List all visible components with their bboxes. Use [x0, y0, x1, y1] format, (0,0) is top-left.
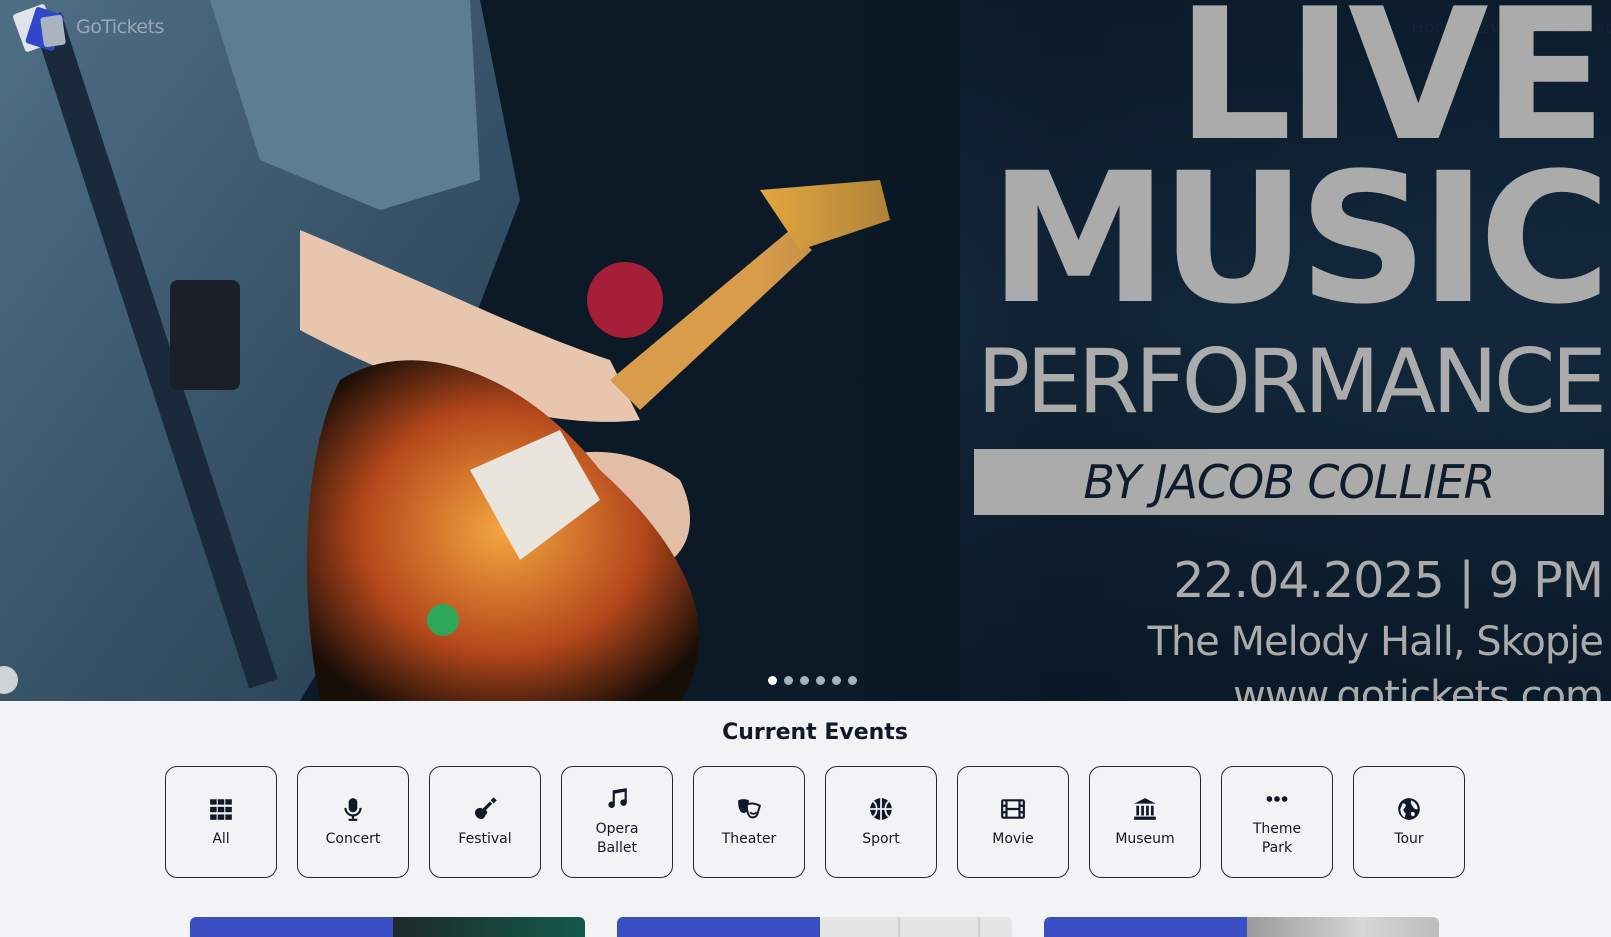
category-label: Sport — [862, 830, 900, 847]
more-icon — [1266, 796, 1288, 802]
category-label: Movie — [992, 830, 1034, 847]
ticket-logo-icon — [13, 4, 66, 52]
section-title: Current Events — [722, 720, 908, 745]
category-opera-ballet[interactable]: Opera Ballet — [561, 766, 673, 878]
event-card[interactable] — [190, 917, 585, 937]
category-museum[interactable]: Museum — [1089, 766, 1201, 878]
category-concert[interactable]: Concert — [297, 766, 409, 878]
hero-carousel[interactable]: GoTickets Home Events Contact LIVE MUSIC… — [0, 0, 1611, 701]
event-card-image — [1247, 917, 1439, 937]
event-card[interactable] — [617, 917, 1012, 937]
event-card-image — [393, 917, 585, 937]
category-label: Opera Ballet — [595, 821, 639, 856]
category-label: All — [212, 830, 230, 847]
category-label: Theme Park — [1252, 821, 1302, 856]
brand-name: GoTickets — [76, 16, 164, 38]
basketball-icon — [870, 797, 892, 820]
carousel-dot-4[interactable] — [816, 676, 825, 685]
hero-title-performance: PERFORMANCE — [977, 330, 1607, 433]
event-card-tag — [617, 917, 820, 937]
carousel-dot-2[interactable] — [784, 676, 793, 685]
event-card[interactable] — [1044, 917, 1439, 937]
carousel-dot-3[interactable] — [800, 676, 809, 685]
category-label: Concert — [325, 830, 381, 847]
category-all[interactable]: All — [165, 766, 277, 878]
category-theater[interactable]: Theater — [693, 766, 805, 878]
carousel-dot-6[interactable] — [848, 676, 857, 685]
carousel-dot-1[interactable] — [768, 676, 777, 685]
category-movie[interactable]: Movie — [957, 766, 1069, 878]
hero-poster-text: LIVE MUSIC PERFORMANCE BY JACOB COLLIER … — [931, 0, 1611, 701]
event-card-image — [820, 917, 1012, 937]
category-label: Theater — [721, 830, 777, 847]
category-filter: All Concert Festival Opera Ballet Theate… — [165, 766, 1465, 878]
brand-logo[interactable]: GoTickets — [12, 2, 164, 52]
microphone-icon — [344, 797, 362, 821]
hero-title-music: MUSIC — [989, 135, 1611, 344]
event-card-tag — [190, 917, 393, 937]
hero-datetime: 22.04.2025 | 9 PM — [1173, 552, 1604, 609]
grid-icon — [210, 798, 232, 820]
category-label: Festival — [458, 830, 512, 847]
category-tour[interactable]: Tour — [1353, 766, 1465, 878]
category-sport[interactable]: Sport — [825, 766, 937, 878]
category-festival[interactable]: Festival — [429, 766, 541, 878]
carousel-dot-5[interactable] — [832, 676, 841, 685]
event-card-tag — [1044, 917, 1247, 937]
museum-icon — [1134, 797, 1156, 820]
category-label: Tour — [1394, 830, 1424, 847]
category-theme-park[interactable]: Theme Park — [1221, 766, 1333, 878]
film-icon — [1001, 798, 1025, 819]
hero-website: www.gotickets.com — [1233, 673, 1604, 701]
event-cards — [190, 917, 1439, 937]
carousel-indicators — [768, 676, 857, 685]
music-note-icon — [608, 788, 627, 809]
globe-icon — [1398, 797, 1420, 820]
theater-masks-icon — [738, 798, 761, 818]
category-label: Museum — [1115, 830, 1175, 847]
hero-venue: The Melody Hall, Skopje — [1147, 619, 1604, 665]
guitar-icon — [474, 796, 497, 819]
hero-artist-banner: BY JACOB COLLIER — [974, 449, 1604, 515]
